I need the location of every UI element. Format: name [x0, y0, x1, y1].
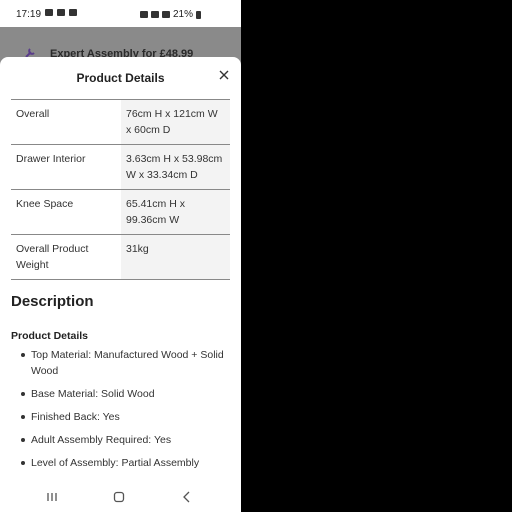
row-label: Knee Space	[16, 198, 74, 210]
alarm-icon	[139, 11, 148, 18]
product-details-sheet: Product Details Overall 76cm H x 121cm W…	[0, 57, 241, 512]
row-value: 31kg	[121, 235, 230, 279]
recents-icon[interactable]	[45, 490, 59, 504]
dimensions-table: Overall 76cm H x 121cm W x 60cm D Drawer…	[11, 99, 230, 280]
description-heading: Description	[11, 293, 94, 310]
sheet-title: Product Details	[76, 71, 165, 85]
system-status: 21%	[139, 9, 201, 20]
status-bar: 17:19 21%	[0, 0, 241, 27]
row-label: Drawer Interior	[16, 153, 86, 165]
app-notification-icon	[57, 9, 65, 16]
status-time: 17:19	[16, 9, 42, 20]
details-list: Top Material: Manufactured Wood + Solid …	[11, 347, 226, 478]
row-value: 76cm H x 121cm W x 60cm D	[121, 100, 230, 144]
battery-percent: 21%	[172, 9, 193, 20]
notification-icons	[45, 9, 77, 16]
row-value: 65.41cm H x 99.36cm W	[121, 190, 230, 234]
back-icon[interactable]	[180, 490, 194, 504]
row-label: Overall	[16, 108, 50, 120]
row-label: Overall Product Weight	[16, 243, 89, 271]
media-icon	[69, 9, 77, 16]
battery-icon	[196, 10, 201, 19]
list-item: Base Material: Solid Wood	[11, 386, 226, 402]
navigation-bar	[0, 484, 241, 512]
table-row: Drawer Interior 3.63cm H x 53.98cm W x 3…	[11, 145, 230, 190]
close-icon[interactable]	[218, 69, 230, 81]
gallery-icon	[45, 9, 53, 16]
table-row: Overall Product Weight 31kg	[11, 235, 230, 280]
phone-screen: 17:19 21% Expert Assembly for £48.99 Pro…	[0, 0, 241, 512]
list-item: Adult Assembly Required: Yes	[11, 432, 226, 448]
list-item: Finished Back: Yes	[11, 409, 226, 425]
list-item: Top Material: Manufactured Wood + Solid …	[11, 347, 226, 379]
table-row: Knee Space 65.41cm H x 99.36cm W	[11, 190, 230, 235]
list-item: Level of Assembly: Partial Assembly	[11, 455, 226, 471]
product-details-heading: Product Details	[11, 330, 89, 342]
home-icon[interactable]	[112, 490, 126, 504]
table-row: Overall 76cm H x 121cm W x 60cm D	[11, 100, 230, 145]
row-value: 3.63cm H x 53.98cm W x 33.34cm D	[121, 145, 230, 189]
signal-icon	[161, 11, 170, 18]
mute-icon	[150, 11, 159, 18]
